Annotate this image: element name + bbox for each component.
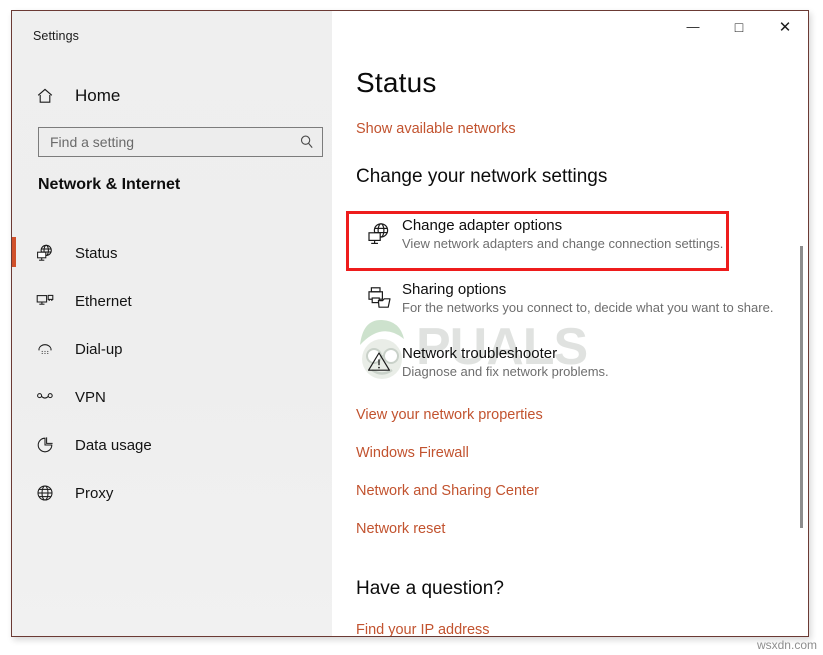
show-available-networks-link[interactable]: Show available networks bbox=[356, 121, 516, 137]
sidebar-item-proxy[interactable]: Proxy bbox=[12, 469, 332, 517]
sidebar-home-label: Home bbox=[75, 86, 121, 105]
setting-row-change-adapter-options[interactable]: Change adapter options View network adap… bbox=[356, 215, 786, 279]
scrollbar-thumb[interactable] bbox=[800, 246, 803, 528]
sidebar-item-dial-up[interactable]: Dial-up bbox=[12, 325, 332, 373]
navigation-pane: Settings Home Network & Internet bbox=[12, 11, 332, 636]
link-network-reset[interactable]: Network reset bbox=[356, 521, 776, 537]
setting-row-title: Network troubleshooter bbox=[402, 345, 558, 362]
link-view-network-properties[interactable]: View your network properties bbox=[356, 407, 776, 423]
sidebar-item-status[interactable]: Status bbox=[12, 229, 332, 277]
sidebar-item-label: Ethernet bbox=[75, 292, 132, 310]
sidebar-item-vpn[interactable]: VPN bbox=[12, 373, 332, 421]
window-controls: — □ ✕ bbox=[670, 11, 808, 42]
section-heading: Change your network settings bbox=[356, 166, 608, 187]
sidebar-item-label: Proxy bbox=[75, 484, 114, 502]
site-watermark: wsxdn.com bbox=[756, 638, 817, 652]
home-icon bbox=[25, 86, 65, 106]
link-network-and-sharing-center[interactable]: Network and Sharing Center bbox=[356, 483, 776, 499]
sidebar-nav-list: Status Ethernet Dial-up VPN Data usage P… bbox=[12, 229, 332, 517]
setting-row-network-troubleshooter[interactable]: Network troubleshooter Diagnose and fix … bbox=[356, 343, 786, 407]
link-windows-firewall[interactable]: Windows Firewall bbox=[356, 445, 776, 461]
search-input[interactable] bbox=[39, 128, 292, 156]
ethernet-icon bbox=[25, 291, 65, 311]
globe-monitor-icon bbox=[25, 243, 65, 263]
related-links-list: View your network properties Windows Fir… bbox=[356, 407, 776, 559]
sidebar-item-label: VPN bbox=[75, 388, 106, 406]
setting-row-description: For the networks you connect to, decide … bbox=[402, 300, 774, 315]
content-pane: — □ ✕ Status Show available networks Cha… bbox=[332, 11, 808, 636]
pie-chart-icon bbox=[25, 435, 65, 455]
maximize-button[interactable]: □ bbox=[716, 11, 762, 42]
settings-window: Settings Home Network & Internet bbox=[11, 10, 809, 637]
content-scrollbar[interactable] bbox=[794, 11, 806, 636]
setting-row-title: Change adapter options bbox=[402, 217, 563, 234]
dialup-icon bbox=[25, 339, 65, 359]
sidebar-item-ethernet[interactable]: Ethernet bbox=[12, 277, 332, 325]
globe-monitor-icon bbox=[356, 215, 402, 247]
settings-rows: Change adapter options View network adap… bbox=[356, 215, 786, 407]
sidebar-item-label: Status bbox=[75, 244, 118, 262]
setting-row-sharing-options[interactable]: Sharing options For the networks you con… bbox=[356, 279, 786, 343]
minimize-button[interactable]: — bbox=[670, 11, 716, 42]
search-icon[interactable] bbox=[292, 134, 322, 150]
link-find-your-ip-address[interactable]: Find your IP address bbox=[356, 622, 490, 636]
vpn-key-icon bbox=[25, 387, 65, 407]
printer-share-icon bbox=[356, 279, 402, 311]
globe-icon bbox=[25, 483, 65, 503]
search-box[interactable] bbox=[38, 127, 323, 157]
sidebar-item-label: Data usage bbox=[75, 436, 152, 454]
sidebar-item-data-usage[interactable]: Data usage bbox=[12, 421, 332, 469]
category-title: Network & Internet bbox=[38, 176, 181, 193]
setting-row-description: View network adapters and change connect… bbox=[402, 236, 724, 251]
question-heading: Have a question? bbox=[356, 578, 504, 599]
setting-row-description: Diagnose and fix network problems. bbox=[402, 364, 609, 379]
selection-indicator bbox=[12, 237, 16, 267]
setting-row-title: Sharing options bbox=[402, 281, 507, 298]
sidebar-item-label: Dial-up bbox=[75, 340, 123, 358]
page-title: Status bbox=[356, 67, 437, 98]
window-title: Settings bbox=[33, 29, 79, 43]
sidebar-item-home[interactable]: Home bbox=[25, 79, 320, 113]
warning-triangle-icon bbox=[356, 343, 402, 375]
